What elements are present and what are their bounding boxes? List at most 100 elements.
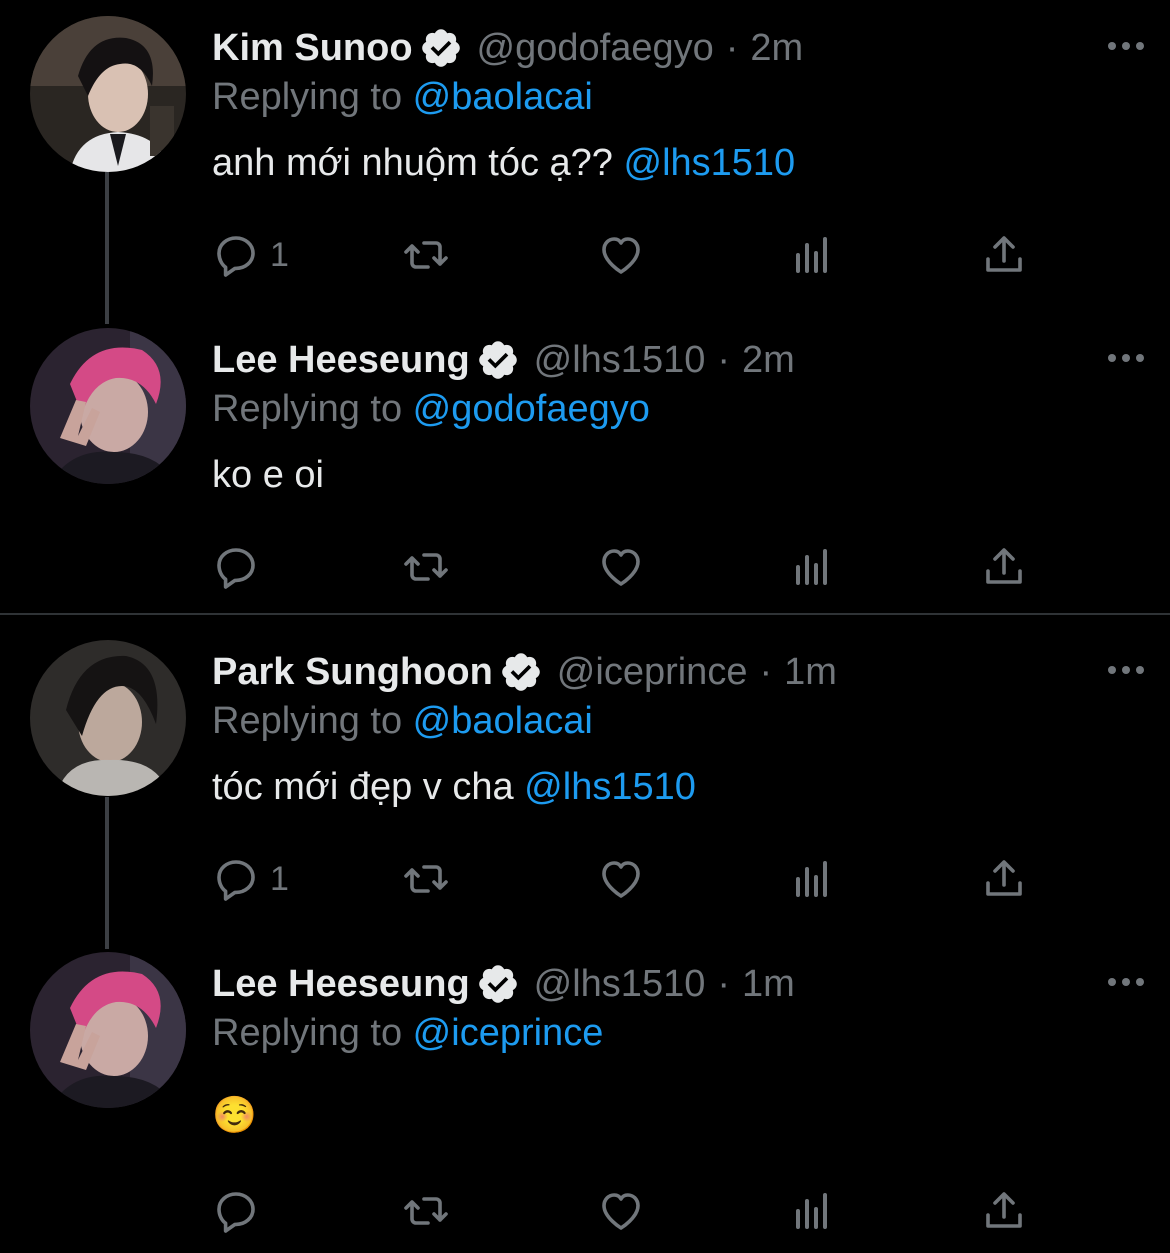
avatar[interactable] (30, 640, 186, 796)
retweet-button[interactable] (402, 230, 450, 280)
verified-badge-icon (478, 965, 517, 1003)
analytics-button[interactable] (788, 854, 836, 904)
timestamp[interactable]: 1m (742, 963, 795, 1006)
replying-to-handle[interactable]: @iceprince (413, 1012, 604, 1054)
analytics-button[interactable] (788, 230, 836, 280)
timeline: Kim Sunoo @godofaegyo · 2m Replying to @… (0, 0, 1170, 1253)
tweet-text: tóc mới đẹp v cha @lhs1510 (212, 766, 696, 809)
analytics-button[interactable] (788, 542, 836, 592)
replying-to: Replying to @iceprince (212, 1012, 603, 1055)
mention-link[interactable]: @lhs1510 (624, 142, 796, 184)
display-name[interactable]: Lee Heeseung (212, 963, 470, 1006)
tweet[interactable]: Kim Sunoo @godofaegyo · 2m Replying to @… (0, 0, 1170, 312)
tweet-actions (212, 542, 1042, 592)
tweet[interactable]: Park Sunghoon @iceprince · 1m Replying t… (0, 624, 1170, 936)
like-button[interactable] (597, 542, 645, 592)
heart-icon (602, 549, 640, 586)
retweet-icon (404, 865, 448, 893)
avatar[interactable] (30, 16, 186, 172)
more-options-icon[interactable] (1106, 964, 1146, 1000)
separator-dot: · (759, 650, 773, 693)
replying-to: Replying to @godofaegyo (212, 388, 650, 431)
share-icon (986, 860, 1022, 896)
timestamp[interactable]: 2m (750, 27, 803, 70)
more-options-icon[interactable] (1106, 652, 1146, 688)
avatar[interactable] (30, 328, 186, 484)
display-name[interactable]: Kim Sunoo (212, 27, 413, 70)
heart-icon (602, 237, 640, 274)
separator-dot: · (725, 26, 739, 69)
replying-to: Replying to @baolacai (212, 700, 593, 743)
reply-button[interactable] (212, 1186, 270, 1236)
analytics-icon (796, 1193, 827, 1229)
user-handle[interactable]: @godofaegyo (477, 27, 714, 70)
analytics-icon (796, 237, 827, 273)
like-button[interactable] (597, 1186, 645, 1236)
analytics-icon (796, 549, 827, 585)
reply-button[interactable] (212, 542, 270, 592)
separator-dot: · (717, 338, 730, 381)
user-handle[interactable]: @lhs1510 (534, 339, 706, 382)
timestamp[interactable]: 1m (784, 651, 837, 694)
share-icon (986, 236, 1022, 272)
replying-to-label: Replying to (212, 76, 413, 118)
avatar[interactable] (30, 952, 186, 1108)
user-handle[interactable]: @lhs1510 (534, 963, 706, 1006)
heart-icon (602, 1193, 640, 1230)
reply-icon (217, 860, 255, 901)
analytics-icon (796, 861, 827, 897)
tweet-text: anh mới nhuộm tóc ạ?? @lhs1510 (212, 142, 795, 185)
replying-to-handle[interactable]: @baolacai (413, 700, 593, 742)
analytics-button[interactable] (788, 1186, 836, 1236)
reply-icon (217, 1192, 255, 1233)
reply-count: 1 (270, 859, 289, 898)
replying-to-label: Replying to (212, 388, 413, 430)
reply-button[interactable]: 1 (212, 854, 289, 904)
more-options-icon[interactable] (1106, 28, 1146, 64)
tweet-body: ☺️ (212, 1094, 257, 1135)
tweet-text: ko e oi (212, 454, 324, 497)
verified-badge-icon (478, 341, 517, 379)
retweet-button[interactable] (402, 1186, 450, 1236)
replying-to: Replying to @baolacai (212, 76, 593, 119)
share-button[interactable] (980, 854, 1028, 904)
tweet-text: ☺️ (212, 1094, 257, 1137)
tweet-actions: 1 (212, 854, 1042, 904)
retweet-icon (404, 553, 448, 581)
tweet[interactable]: Lee Heeseung @lhs1510 · 1m Replying to @… (0, 936, 1170, 1253)
tweet-body: ko e oi (212, 454, 324, 496)
replying-to-handle[interactable]: @godofaegyo (413, 388, 650, 430)
retweet-button[interactable] (402, 854, 450, 904)
tweet-actions (212, 1186, 1042, 1236)
verified-badge-icon (502, 653, 540, 691)
mention-link[interactable]: @lhs1510 (524, 766, 696, 808)
reply-icon (217, 236, 255, 277)
tweet[interactable]: Lee Heeseung @lhs1510 · 2m Replying to @… (0, 312, 1170, 612)
more-options-icon[interactable] (1106, 340, 1146, 376)
thread-divider (0, 613, 1170, 615)
like-button[interactable] (597, 230, 645, 280)
tweet-body: anh mới nhuộm tóc ạ?? (212, 142, 624, 184)
timestamp[interactable]: 2m (742, 339, 795, 382)
separator-dot: · (717, 962, 730, 1005)
reply-icon (217, 548, 255, 589)
share-button[interactable] (980, 1186, 1028, 1236)
reply-count: 1 (270, 235, 289, 274)
replying-to-handle[interactable]: @baolacai (413, 76, 593, 118)
reply-button[interactable]: 1 (212, 230, 289, 280)
share-icon (986, 548, 1022, 584)
share-button[interactable] (980, 230, 1028, 280)
tweet-actions: 1 (212, 230, 1042, 280)
replying-to-label: Replying to (212, 1012, 413, 1054)
retweet-icon (404, 1197, 448, 1225)
user-handle[interactable]: @iceprince (557, 651, 748, 694)
like-button[interactable] (597, 854, 645, 904)
display-name[interactable]: Park Sunghoon (212, 651, 493, 694)
share-icon (986, 1192, 1022, 1228)
verified-badge-icon (421, 29, 460, 67)
retweet-icon (404, 241, 448, 269)
heart-icon (602, 861, 640, 898)
retweet-button[interactable] (402, 542, 450, 592)
share-button[interactable] (980, 542, 1028, 592)
display-name[interactable]: Lee Heeseung (212, 339, 470, 382)
